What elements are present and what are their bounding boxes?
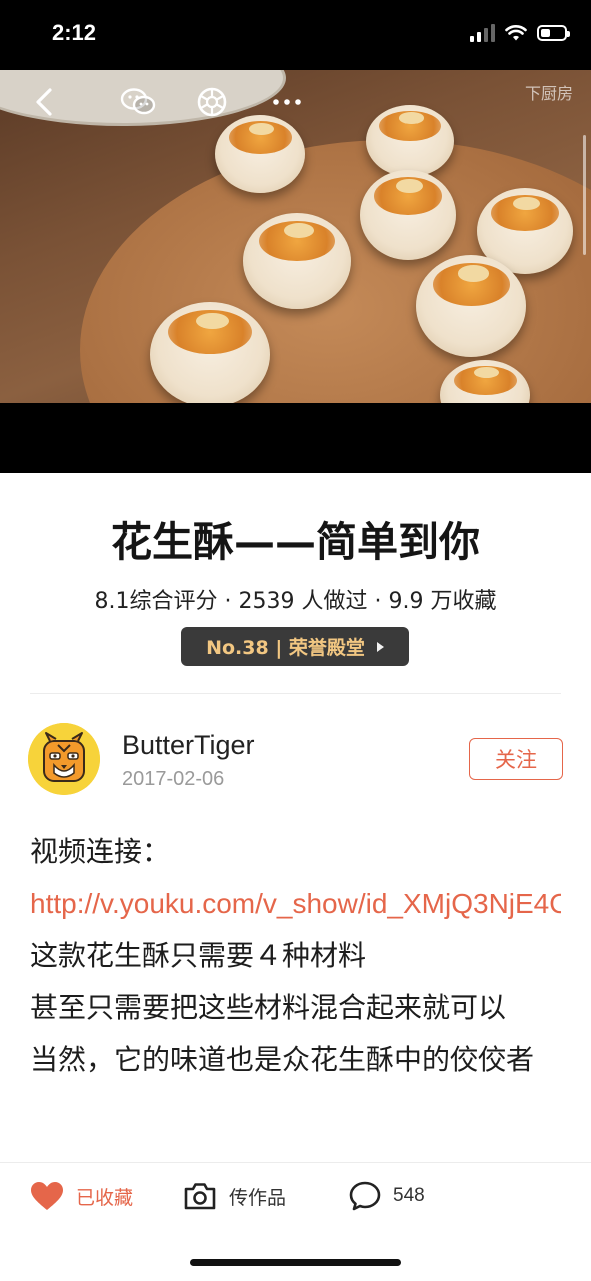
upload-label: 传作品 <box>229 1186 287 1209</box>
tiger-avatar-icon <box>28 723 100 795</box>
scroll-indicator <box>583 135 586 255</box>
play-arrow-icon <box>376 641 384 652</box>
honor-badge[interactable]: No.38 | 荣誉殿堂 <box>181 627 409 666</box>
divider <box>30 693 561 694</box>
favorite-label: 已收藏 <box>76 1186 134 1209</box>
more-button[interactable] <box>269 84 305 120</box>
signal-icon <box>470 24 495 42</box>
watermark-logo: 下厨房 <box>524 84 573 103</box>
cookie-graphic <box>360 170 456 260</box>
back-button[interactable] <box>26 84 62 120</box>
description-line: 甚至只需要把这些材料混合起来就可以 <box>30 991 507 1024</box>
link-prefix: 视频连接： <box>30 835 171 868</box>
author-name[interactable]: ButterTiger <box>122 730 255 761</box>
back-icon <box>36 88 52 116</box>
recipe-description: 视频连接： http://v.youku.com/v_show/id_XMjQ3N… <box>30 826 561 1162</box>
comment-icon <box>349 1181 381 1211</box>
wifi-icon <box>505 25 527 41</box>
recipe-hero-image: 下厨房 <box>0 70 591 403</box>
hero-nav <box>0 70 591 130</box>
cookie-graphic <box>150 302 270 403</box>
video-link[interactable]: http://v.youku.com/v_show/id_XMjQ3NjE4OD… <box>30 888 561 919</box>
author-avatar[interactable] <box>28 723 100 795</box>
moments-icon <box>197 87 227 117</box>
favorite-button[interactable]: 已收藏 <box>30 1181 133 1211</box>
upload-work-button[interactable]: 传作品 <box>183 1181 286 1211</box>
cookie-graphic <box>243 213 351 309</box>
recipe-stats: 8.1综合评分 · 2539 人做过 · 9.9 万收藏 <box>94 589 497 614</box>
publish-date: 2017-02-06 <box>122 768 225 790</box>
comment-count: 548 <box>393 1185 425 1206</box>
share-moments-button[interactable] <box>194 84 230 120</box>
video-letterbox <box>0 403 591 473</box>
wechat-icon <box>120 88 156 115</box>
status-bar: 2:12 <box>0 0 591 70</box>
description-line: 这款花生酥只需要４种材料 <box>30 939 367 972</box>
recipe-title: 花生酥——简单到你 <box>111 518 480 566</box>
honor-badge-label: No.38 | 荣誉殿堂 <box>206 637 365 659</box>
home-indicator <box>190 1259 401 1266</box>
follow-button[interactable]: 关注 <box>469 738 563 780</box>
comments-button[interactable]: 548 <box>349 1181 425 1211</box>
status-time: 2:12 <box>52 20 97 45</box>
heart-icon <box>31 1182 63 1210</box>
battery-icon <box>537 25 570 41</box>
description-line: 当然，它的味道也是众花生酥中的佼佼者 <box>30 1043 535 1076</box>
more-icon <box>273 99 301 105</box>
cookie-graphic <box>416 255 526 357</box>
camera-icon <box>184 1183 216 1210</box>
share-wechat-button[interactable] <box>120 84 156 120</box>
status-icons <box>470 24 570 42</box>
